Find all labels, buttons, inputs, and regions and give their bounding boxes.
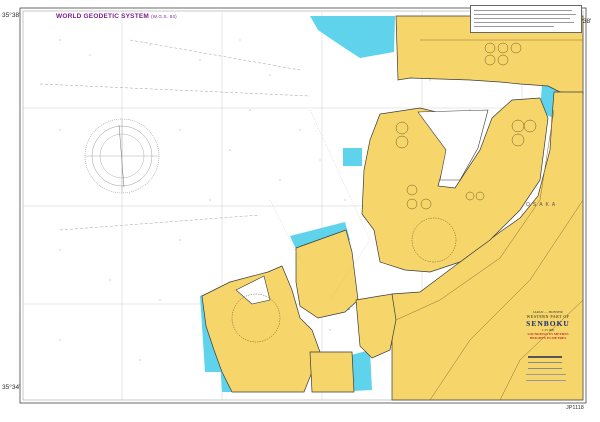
chart-title: SENBOKU — [526, 319, 570, 328]
heights-note: HEIGHTS IN METRES — [529, 336, 567, 340]
place-name-osaka: OSAKA — [526, 202, 559, 208]
chart-canvas — [19, 7, 587, 404]
chart-title-block: JAPAN — HONSHU WESTERN PART OF SENBOKU 1… — [517, 310, 579, 340]
corner-latitude-bottom-left: 35°34' — [2, 384, 21, 391]
chart-number: JP1118 — [566, 405, 584, 411]
caution-note-box — [470, 5, 582, 33]
datum-label: WORLD GEODETIC SYSTEM (W.G.S. 84) — [56, 13, 177, 20]
corner-latitude-top-left: 35°38' — [2, 12, 21, 19]
nautical-chart: WORLD GEODETIC SYSTEM (W.G.S. 84) 35°38'… — [0, 0, 600, 422]
